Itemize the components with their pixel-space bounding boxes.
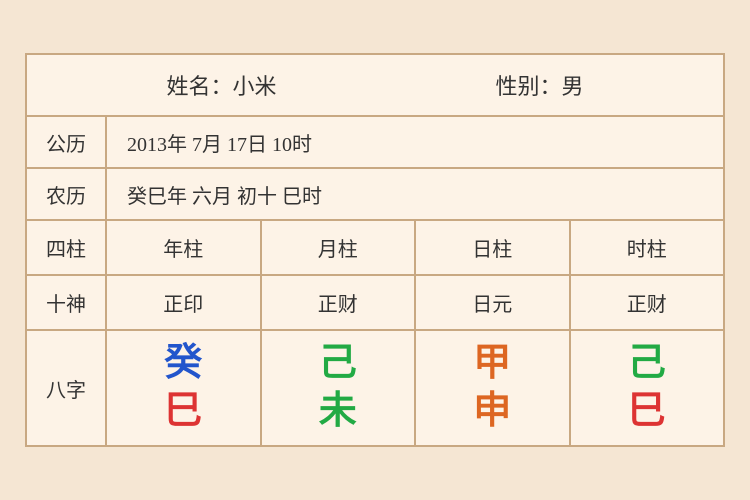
gender-label: 性别：男 [495, 69, 583, 101]
solar-label: 公历 [27, 117, 107, 167]
col-rizhu: 日柱 [416, 221, 571, 274]
bazi-col-2: 甲 申 [416, 331, 571, 445]
sizhu-cols: 年柱 月柱 日柱 时柱 [107, 221, 723, 274]
lunar-row: 农历 癸巳年 六月 初十 巳时 [27, 169, 723, 221]
solar-row: 公历 2013年 7月 17日 10时 [27, 117, 723, 169]
col-yuezhu: 月柱 [262, 221, 417, 274]
bazi-label: 八字 [27, 331, 107, 445]
shishen-cols: 正印 正财 日元 正财 [107, 276, 723, 329]
solar-value: 2013年 7月 17日 10时 [107, 118, 723, 167]
bazi-top-0: 癸 [164, 343, 202, 385]
bazi-top-3: 己 [628, 343, 666, 385]
bazi-col-3: 己 巳 [571, 331, 724, 445]
bazi-row: 八字 癸 巳 己 未 甲 申 己 巳 [27, 331, 723, 445]
shishen-col-1: 正财 [262, 276, 417, 329]
sizhu-label: 四柱 [27, 221, 107, 274]
bazi-bottom-2: 申 [473, 391, 511, 433]
main-container: 姓名：小米 性别：男 公历 2013年 7月 17日 10时 农历 癸巳年 六月… [25, 53, 725, 447]
lunar-label: 农历 [27, 169, 107, 219]
shishen-col-2: 日元 [416, 276, 571, 329]
name-label: 姓名：小米 [166, 69, 276, 101]
sizhu-row: 四柱 年柱 月柱 日柱 时柱 [27, 221, 723, 276]
bazi-bottom-0: 巳 [164, 391, 202, 433]
lunar-value: 癸巳年 六月 初十 巳时 [107, 170, 723, 219]
col-nianzhu: 年柱 [107, 221, 262, 274]
bazi-bottom-3: 巳 [628, 391, 666, 433]
bazi-top-1: 己 [319, 343, 357, 385]
bazi-col-1: 己 未 [262, 331, 417, 445]
shishen-row: 十神 正印 正财 日元 正财 [27, 276, 723, 331]
shishen-label: 十神 [27, 276, 107, 329]
bazi-bottom-1: 未 [319, 391, 357, 433]
bazi-top-2: 甲 [473, 343, 511, 385]
header-row: 姓名：小米 性别：男 [27, 55, 723, 117]
bazi-cols: 癸 巳 己 未 甲 申 己 巳 [107, 331, 723, 445]
shishen-col-3: 正财 [571, 276, 724, 329]
shishen-col-0: 正印 [107, 276, 262, 329]
col-shizhu: 时柱 [571, 221, 724, 274]
bazi-col-0: 癸 巳 [107, 331, 262, 445]
